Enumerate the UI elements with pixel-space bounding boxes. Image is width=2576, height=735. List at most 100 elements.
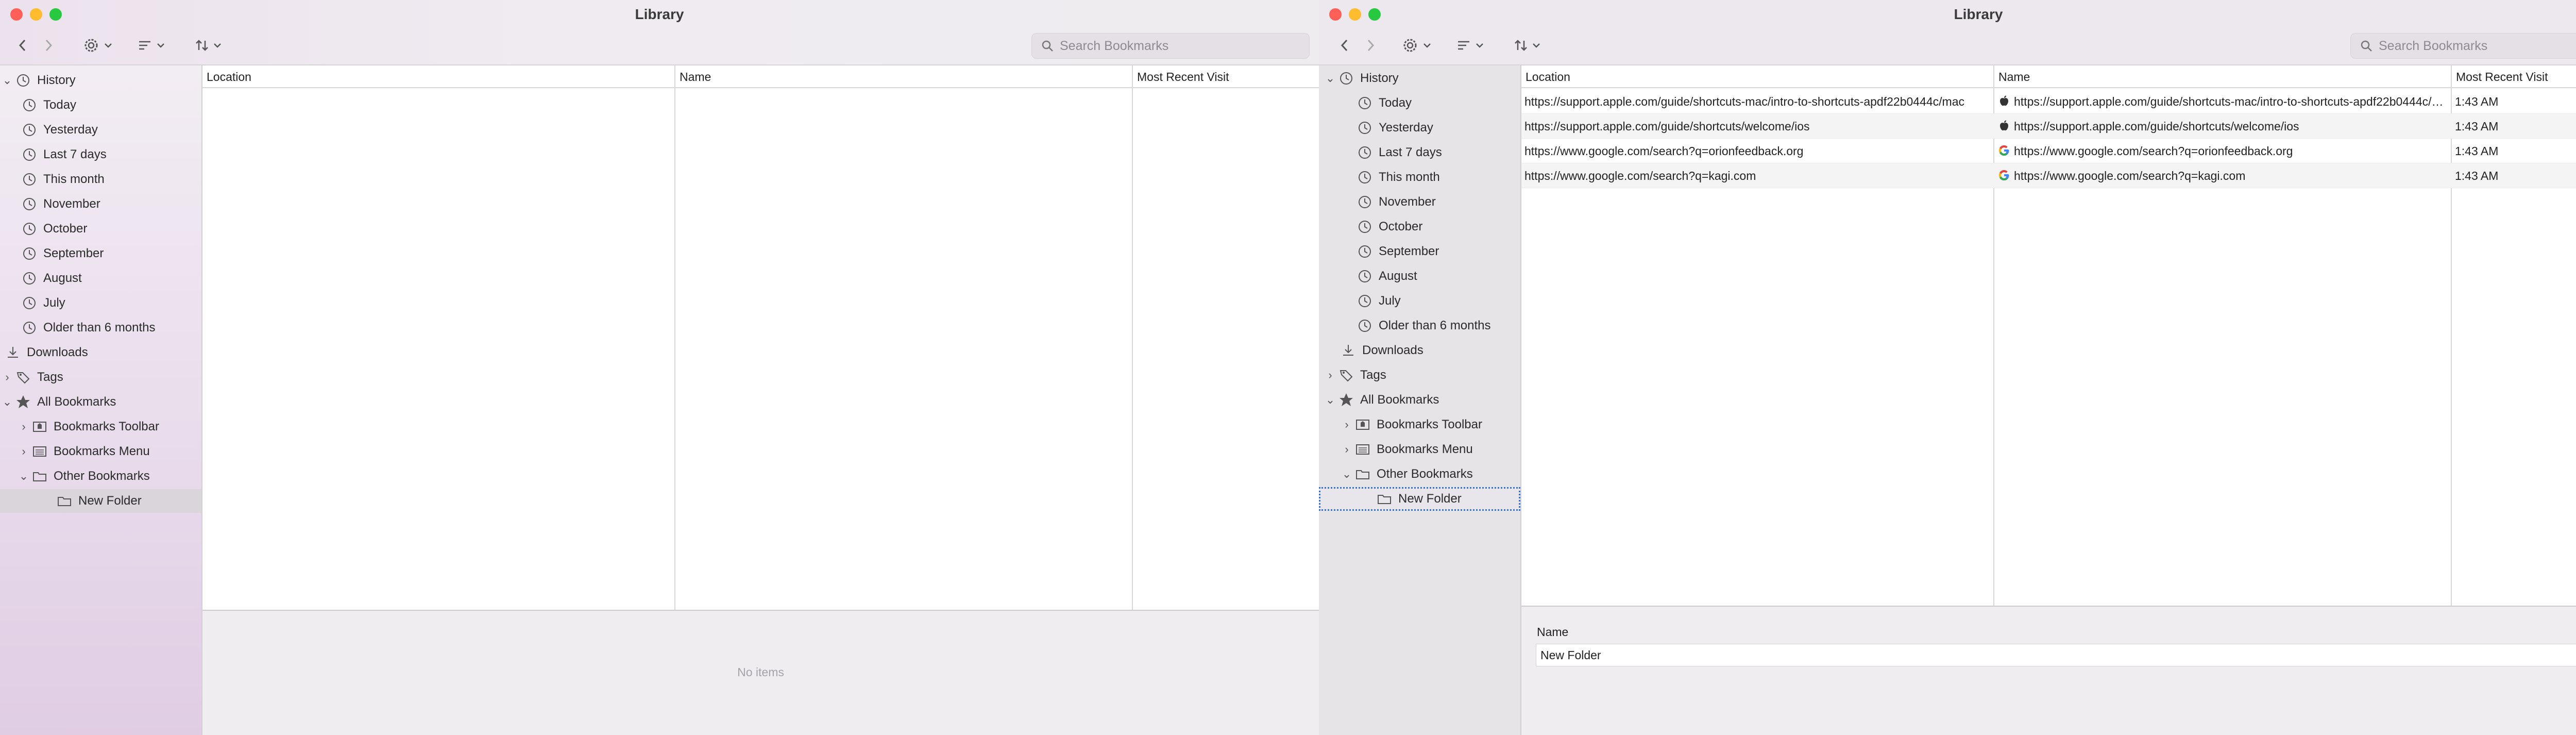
sidebar-item-september[interactable]: September [1319,240,1520,263]
sidebar-item-november[interactable]: November [1319,190,1520,214]
bookmarks-table[interactable]: Location Name Most Recent Visit https://… [1521,65,2576,607]
sidebar-item-july[interactable]: July [1319,289,1520,313]
sidebar-item-october[interactable]: October [0,217,201,241]
forward-button[interactable] [44,34,54,57]
sidebar-item-yesterday[interactable]: Yesterday [1319,116,1520,140]
sidebar-item-history[interactable]: ⌄ History [0,69,201,92]
chevron-down-icon[interactable]: ⌄ [16,464,31,488]
chevron-left-icon [1341,39,1348,52]
sidebar-item-other-bookmarks[interactable]: ⌄ Other Bookmarks [0,464,201,488]
sidebar-item-tags[interactable]: › Tags [1319,363,1520,387]
chevron-down-icon [1423,43,1431,48]
column-header-location[interactable]: Location [1521,65,1570,88]
sidebar-item-downloads[interactable]: Downloads [1319,339,1520,362]
bookmarks-table[interactable]: Location Name Most Recent Visit [202,65,1319,611]
tag-icon [1337,363,1355,387]
sidebar-item-november[interactable]: November [0,192,201,216]
sidebar-item-july[interactable]: July [0,291,201,315]
clock-icon [21,291,38,315]
sidebar-label: New Folder [78,494,142,508]
sidebar-item-bookmarks-menu[interactable]: › Bookmarks Menu [1319,438,1520,461]
sidebar-item-bookmarks-toolbar[interactable]: › Bookmarks Toolbar [0,415,201,439]
sidebar-item-august[interactable]: August [1319,264,1520,288]
chevron-down-icon[interactable]: ⌄ [1340,462,1354,486]
search-input[interactable] [2379,38,2576,54]
sidebar-item-today[interactable]: Today [1319,91,1520,115]
sidebar-item-september[interactable]: September [0,242,201,265]
search-bookmarks-field[interactable] [2350,33,2576,59]
table-row[interactable]: https://www.google.com/search?q=orionfee… [1521,139,2576,163]
apple-icon [1998,90,2010,114]
sidebar-item-all-bookmarks[interactable]: ⌄ All Bookmarks [0,390,201,414]
cell-location: https://support.apple.com/guide/shortcut… [1524,95,1964,108]
sidebar-item-tags[interactable]: › Tags [0,365,201,389]
actions-menu-button[interactable] [82,34,112,57]
column-header-name[interactable]: Name [675,65,711,88]
sidebar-item-this-month[interactable]: This month [0,168,201,191]
actions-menu-button[interactable] [1401,34,1431,57]
sidebar-item-downloads[interactable]: Downloads [0,341,201,364]
sidebar-label: Yesterday [1379,121,1433,135]
column-header-location[interactable]: Location [202,65,251,88]
toolbar-bookmarks-icon [1354,413,1371,437]
sort-button[interactable] [195,34,222,57]
chevron-right-icon[interactable]: › [16,440,31,463]
sidebar-label: This month [43,172,105,186]
chevron-right-icon[interactable]: › [0,365,14,389]
chevron-right-icon[interactable]: › [16,415,31,439]
table-row[interactable]: https://support.apple.com/guide/shortcut… [1521,89,2576,114]
sidebar-item-this-month[interactable]: This month [1319,165,1520,189]
chevron-down-icon[interactable]: ⌄ [0,390,14,414]
back-button[interactable] [18,34,27,57]
sidebar-item-yesterday[interactable]: Yesterday [0,118,201,142]
sidebar-item-older-than-6-months[interactable]: Older than 6 months [1319,314,1520,338]
sidebar-item-today[interactable]: Today [0,93,201,117]
chevron-right-icon[interactable]: › [1323,363,1337,387]
column-header-name[interactable]: Name [1994,65,2030,88]
table-row[interactable]: https://support.apple.com/guide/shortcut… [1521,114,2576,139]
sidebar-label: Bookmarks Toolbar [54,420,159,433]
column-divider[interactable] [674,65,675,610]
google-icon [1998,140,2010,163]
sidebar-item-history[interactable]: ⌄ History [1319,66,1520,90]
sidebar-label: Bookmarks Toolbar [1377,417,1482,431]
view-options-button[interactable] [1457,34,1484,57]
sidebar-item-last-7-days[interactable]: Last 7 days [1319,141,1520,164]
sidebar-item-bookmarks-toolbar[interactable]: › Bookmarks Toolbar [1319,413,1520,437]
column-header-most-recent-visit[interactable]: Most Recent Visit [2452,65,2548,88]
search-input[interactable] [1060,38,1297,54]
sidebar-item-bookmarks-menu[interactable]: › Bookmarks Menu [0,440,201,463]
list-icon [139,41,150,50]
sidebar-item-all-bookmarks[interactable]: ⌄ All Bookmarks [1319,388,1520,412]
chevron-down-icon[interactable]: ⌄ [1323,66,1337,90]
chevron-right-icon[interactable]: › [1340,413,1354,437]
library-window-left: Library ⌄ History [0,0,1319,735]
sidebar-item-august[interactable]: August [0,266,201,290]
folder-icon [56,489,73,513]
sidebar-item-new-folder[interactable]: New Folder [0,489,201,513]
search-bookmarks-field[interactable] [1031,33,1310,59]
sidebar-label: Older than 6 months [1379,319,1491,332]
forward-button[interactable] [1366,34,1376,57]
column-header-most-recent-visit[interactable]: Most Recent Visit [1133,65,1229,88]
sidebar-item-new-folder[interactable]: New Folder [1319,487,1520,511]
column-divider[interactable] [1132,65,1133,610]
table-header: Location Name Most Recent Visit [202,65,1319,88]
sidebar-item-october[interactable]: October [1319,215,1520,239]
back-button[interactable] [1340,34,1349,57]
content-pane: Location Name Most Recent Visit https://… [1521,65,2576,735]
sidebar-item-last-7-days[interactable]: Last 7 days [0,143,201,166]
sidebar-label: Tags [1360,368,1386,382]
chevron-down-icon[interactable]: ⌄ [0,69,14,92]
chevron-down-icon[interactable]: ⌄ [1323,388,1337,412]
sidebar-item-other-bookmarks[interactable]: ⌄ Other Bookmarks [1319,462,1520,486]
clock-icon [1356,165,1374,189]
sidebar-label: September [1379,244,1439,258]
folder-name-field[interactable] [1536,644,2576,666]
sort-button[interactable] [1514,34,1540,57]
chevron-right-icon[interactable]: › [1340,438,1354,461]
table-row[interactable]: https://www.google.com/search?q=kagi.com… [1521,163,2576,188]
view-options-button[interactable] [138,34,165,57]
chevron-down-icon [1533,43,1540,48]
sidebar-item-older-than-6-months[interactable]: Older than 6 months [0,316,201,340]
